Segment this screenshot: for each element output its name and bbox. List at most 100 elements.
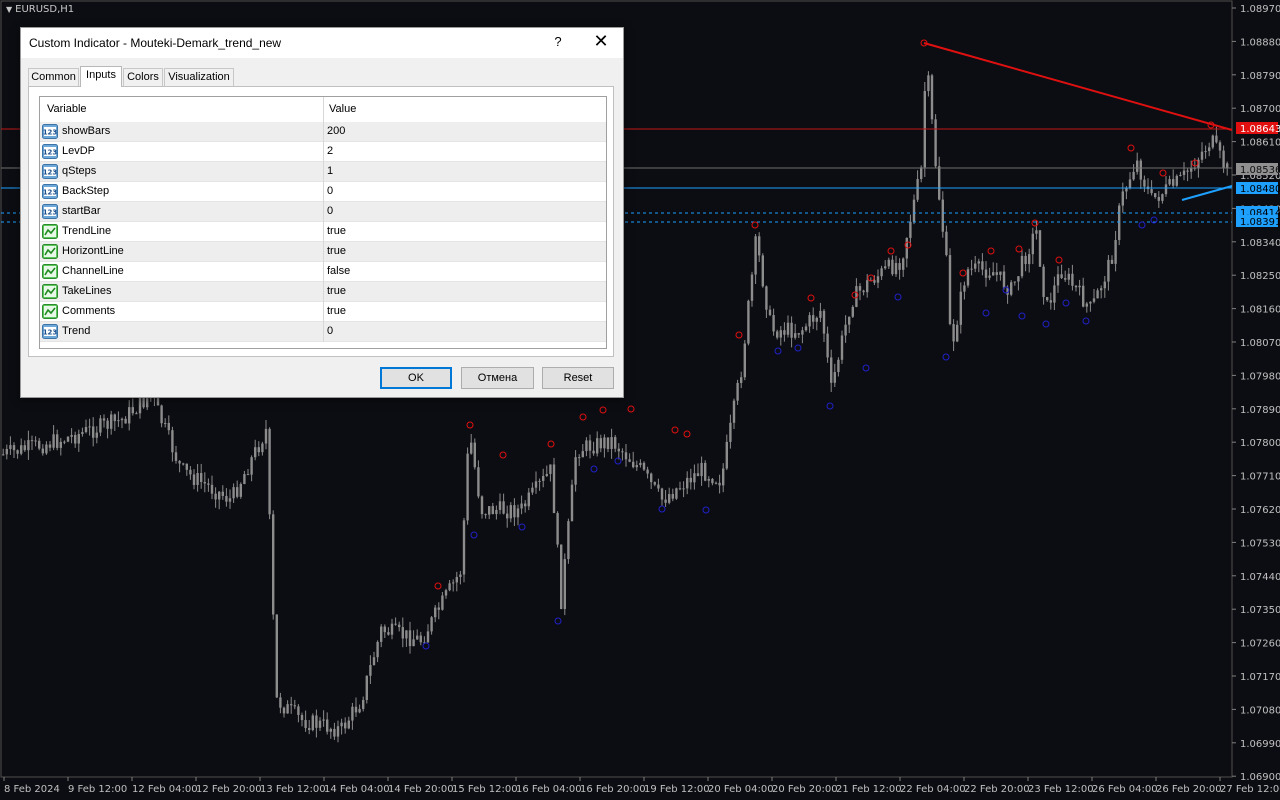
lower-pivot-mark — [554, 617, 562, 625]
column-value[interactable]: Value — [329, 103, 356, 115]
candle-body — [264, 428, 268, 444]
tab-inputs[interactable]: Inputs — [80, 66, 122, 87]
candle-body — [239, 483, 242, 497]
dialog-title: Custom Indicator - Mouteki-Demark_trend_… — [29, 36, 282, 50]
param-value[interactable]: 0 — [327, 205, 333, 217]
close-icon[interactable]: ✕ — [593, 32, 609, 50]
candle-body — [1060, 274, 1063, 279]
param-value[interactable]: 0 — [327, 325, 333, 337]
candle-body — [174, 452, 178, 461]
price-label: 1.07440 — [1240, 572, 1280, 583]
candle-body — [272, 514, 275, 615]
param-value[interactable]: false — [327, 265, 350, 277]
param-value[interactable]: true — [327, 285, 346, 297]
reset-button[interactable]: Reset — [542, 367, 614, 389]
candle-body — [1038, 230, 1042, 267]
candle-body — [167, 422, 170, 431]
menu-triangle-icon[interactable]: ▼ — [6, 5, 12, 14]
candle-body — [596, 438, 599, 454]
param-value[interactable]: 2 — [327, 145, 333, 157]
candle-body — [570, 484, 574, 522]
candle-body — [948, 255, 952, 325]
param-row[interactable]: 123 Trend 0 — [40, 322, 606, 342]
param-value[interactable]: 1 — [327, 165, 333, 177]
param-value[interactable]: 0 — [327, 185, 333, 197]
candle-body — [1175, 175, 1178, 186]
ok-button[interactable]: OK — [380, 367, 452, 389]
candle-body — [329, 728, 332, 732]
candle-body — [887, 259, 890, 267]
candle-body — [916, 179, 919, 200]
column-divider[interactable] — [323, 97, 324, 122]
candle-body — [534, 481, 538, 488]
param-value[interactable]: true — [327, 245, 346, 257]
candle-body — [336, 726, 340, 737]
param-name: showBars — [62, 125, 111, 137]
param-row[interactable]: 123 qSteps 1 — [40, 162, 606, 182]
upper-pivot-mark — [1159, 169, 1167, 177]
candle-body — [700, 462, 703, 477]
param-value[interactable]: true — [327, 225, 346, 237]
tab-colors[interactable]: Colors — [123, 68, 163, 86]
param-row[interactable]: 123 LevDP 2 — [40, 142, 606, 162]
candle-body — [383, 626, 386, 633]
param-row[interactable]: 123 startBar 0 — [40, 202, 606, 222]
upper-pivot-mark — [627, 405, 635, 413]
param-row[interactable]: Comments true — [40, 302, 606, 322]
param-row[interactable]: 123 BackStep 0 — [40, 182, 606, 202]
dialog-titlebar[interactable]: Custom Indicator - Mouteki-Demark_trend_… — [21, 28, 623, 58]
int-icon: 123 — [42, 144, 58, 159]
candle-body — [520, 503, 523, 509]
candle-body — [473, 442, 476, 468]
candle-body — [261, 443, 264, 453]
cancel-button[interactable]: Отмена — [461, 367, 534, 389]
candle-body — [668, 494, 671, 503]
column-variable[interactable]: Variable — [47, 103, 87, 115]
param-value[interactable]: true — [327, 305, 346, 317]
price-label: 1.07710 — [1240, 472, 1280, 483]
candle-body — [48, 444, 52, 448]
candle-body — [884, 266, 887, 269]
param-name: TrendLine — [62, 225, 112, 237]
param-value[interactable]: 200 — [327, 125, 345, 137]
candle-body — [164, 422, 167, 424]
candle-body — [779, 330, 782, 338]
candle-body — [221, 491, 224, 496]
candle-body — [387, 632, 390, 635]
param-row[interactable]: TakeLines true — [40, 282, 606, 302]
tab-visualization[interactable]: Visualization — [164, 68, 234, 86]
lower-pivot-mark — [1062, 299, 1070, 307]
param-row[interactable]: TrendLine true — [40, 222, 606, 242]
param-row[interactable]: HorizontLine true — [40, 242, 606, 262]
candle-body — [196, 473, 199, 485]
candle-body — [722, 468, 725, 486]
candle-body — [844, 324, 847, 336]
candle-body — [1013, 281, 1016, 283]
candle-body — [984, 269, 988, 278]
lower-pivot-mark — [1082, 317, 1090, 325]
param-row[interactable]: 123 showBars 200 — [40, 122, 606, 142]
candle-body — [837, 359, 840, 373]
param-name: BackStep — [62, 185, 110, 197]
candle-body — [545, 474, 548, 476]
help-button[interactable]: ? — [551, 34, 565, 49]
row-divider — [323, 182, 324, 202]
svg-text:123: 123 — [43, 329, 58, 337]
candle-body — [300, 714, 304, 721]
tab-common[interactable]: Common — [28, 68, 79, 86]
indicator-dialog: Custom Indicator - Mouteki-Demark_trend_… — [20, 27, 624, 398]
candle-body — [812, 315, 815, 322]
candle-body — [549, 464, 552, 475]
candle-body — [448, 583, 451, 591]
candle-body — [394, 623, 397, 625]
candle-body — [603, 437, 606, 449]
candle-body — [563, 559, 566, 609]
candle-body — [1222, 150, 1225, 168]
candle-body — [110, 414, 113, 429]
param-row[interactable]: ChannelLine false — [40, 262, 606, 282]
candle-body — [1089, 301, 1092, 304]
candle-body — [794, 333, 797, 338]
candle-body — [390, 623, 394, 635]
candle-body — [430, 617, 433, 632]
candle-body — [92, 426, 95, 438]
